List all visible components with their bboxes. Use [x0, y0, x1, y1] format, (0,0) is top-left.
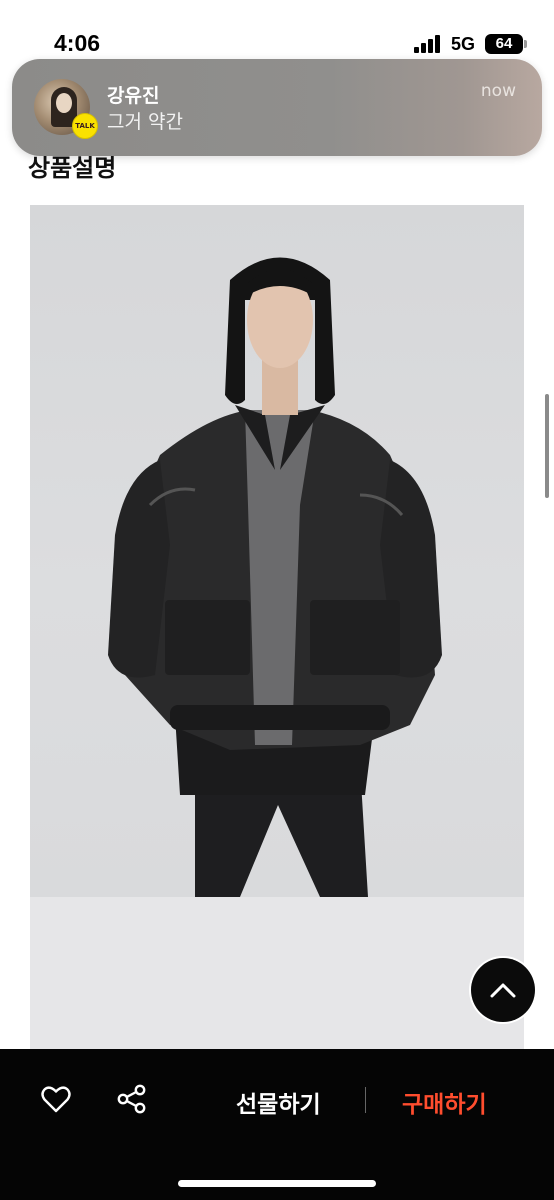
bottom-action-bar: 선물하기 구매하기: [0, 1049, 554, 1200]
product-photo-illustration: [108, 257, 442, 897]
kakaotalk-badge-icon: TALK: [72, 113, 98, 139]
status-bar: 4:06 5G 64: [0, 0, 554, 60]
battery-icon: 64: [485, 34, 523, 54]
notification-message: 그거 약간: [107, 111, 183, 133]
product-image-next[interactable]: [30, 897, 524, 1050]
notification-time: now: [480, 81, 516, 101]
scrollbar-thumb[interactable]: [545, 394, 549, 498]
status-time: 4:06: [54, 30, 101, 56]
home-indicator[interactable]: [178, 1180, 376, 1187]
share-icon[interactable]: [116, 1083, 148, 1115]
avatar-face: [56, 93, 72, 113]
notification-banner[interactable]: TALK 강유진 그거 약간 now: [12, 59, 542, 156]
signal-icon: [414, 35, 440, 53]
battery-tip: [524, 40, 527, 48]
notification-sender: 강유진: [107, 85, 160, 107]
pocket-right: [310, 600, 400, 675]
heart-icon[interactable]: [40, 1083, 72, 1115]
pocket-left: [165, 600, 250, 675]
buy-button[interactable]: 구매하기: [402, 1085, 487, 1119]
gift-button[interactable]: 선물하기: [236, 1085, 321, 1119]
scroll-to-top-button[interactable]: [471, 958, 535, 1022]
chevron-up-icon: [490, 983, 516, 998]
divider: [365, 1087, 366, 1113]
product-image[interactable]: [30, 205, 524, 897]
jacket-waistband: [170, 705, 390, 730]
network-label: 5G: [451, 34, 476, 54]
